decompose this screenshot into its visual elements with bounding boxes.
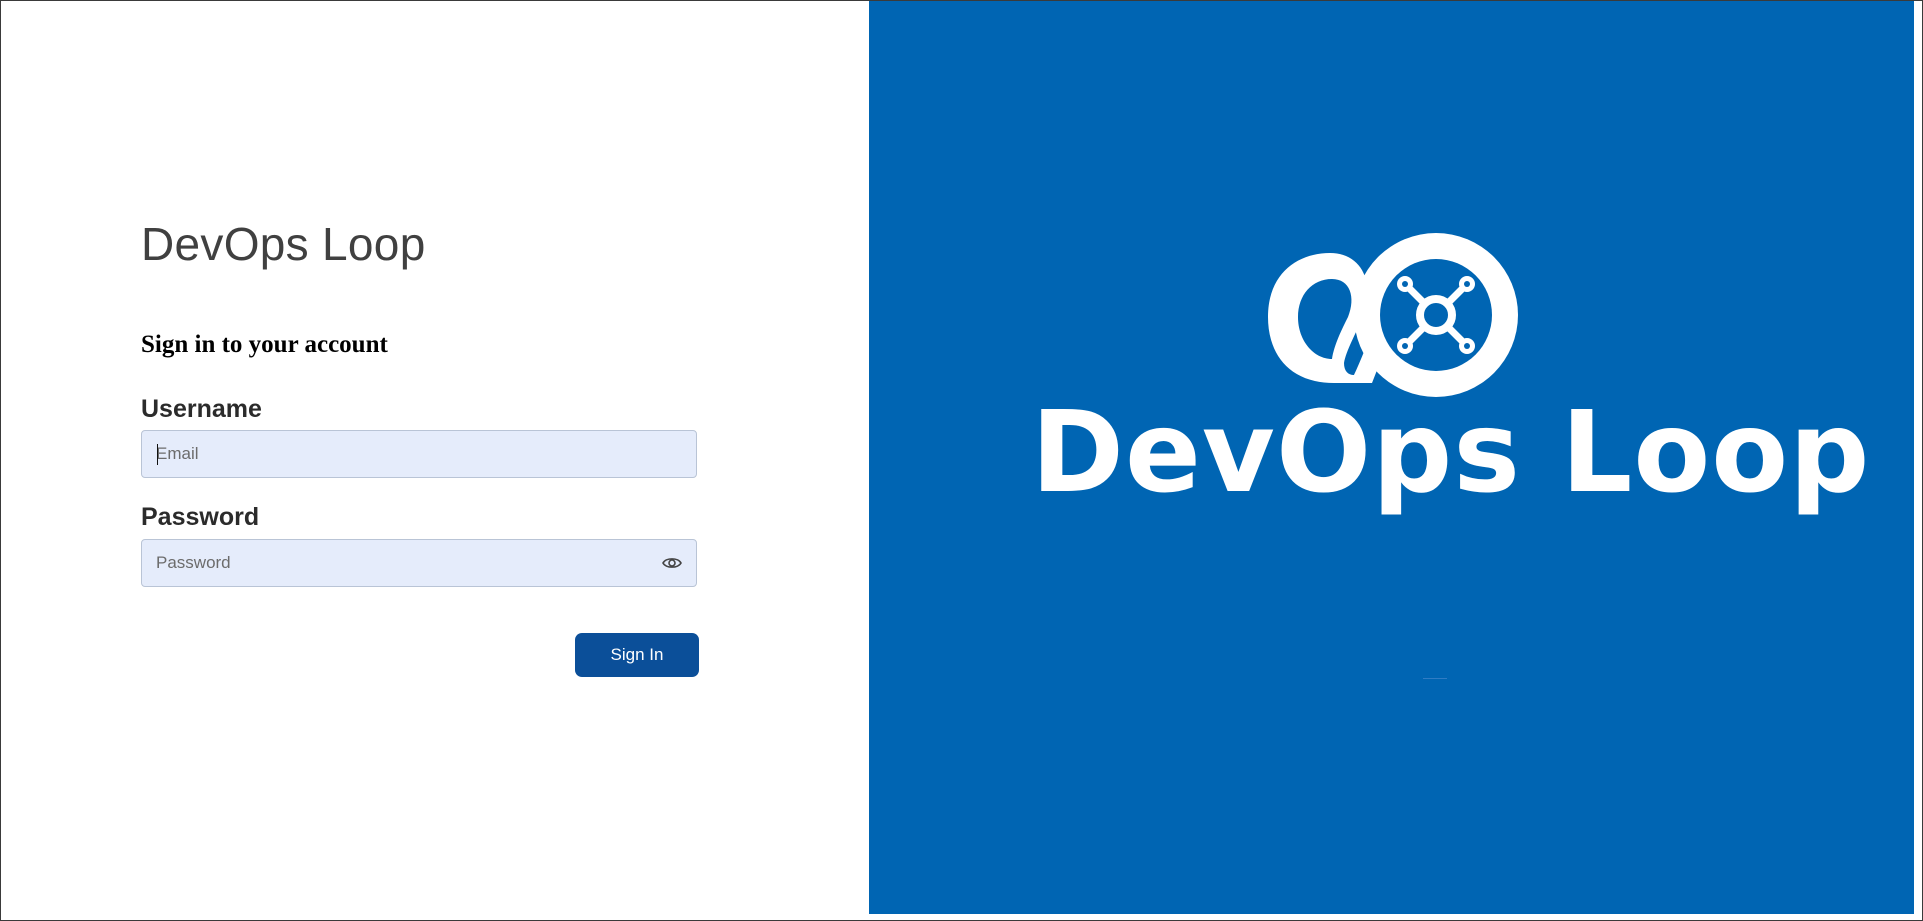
- app-window: DevOps Loop Sign in to your account User…: [0, 0, 1923, 921]
- sign-in-button[interactable]: Sign In: [575, 633, 699, 677]
- text-caret: [157, 444, 158, 465]
- password-label: Password: [141, 503, 260, 531]
- decorative-mark: [1423, 678, 1447, 679]
- logo-wordmark: DevOps Loop: [1031, 388, 1871, 518]
- sign-in-heading: Sign in to your account: [141, 331, 388, 358]
- brand-title: DevOps Loop: [141, 218, 426, 270]
- infinity-network-logo-icon: [1268, 233, 1518, 397]
- eye-icon[interactable]: [662, 554, 682, 572]
- window-edge: [1914, 1, 1922, 920]
- username-input[interactable]: [156, 431, 656, 477]
- username-field-container: [141, 430, 697, 478]
- username-label: Username: [141, 395, 262, 423]
- brand-logo: DevOps Loop: [1031, 227, 1871, 537]
- window-bottom-edge: [869, 914, 1922, 920]
- password-input[interactable]: [156, 540, 656, 586]
- login-panel: DevOps Loop Sign in to your account User…: [1, 1, 869, 920]
- password-field-container: [141, 539, 697, 587]
